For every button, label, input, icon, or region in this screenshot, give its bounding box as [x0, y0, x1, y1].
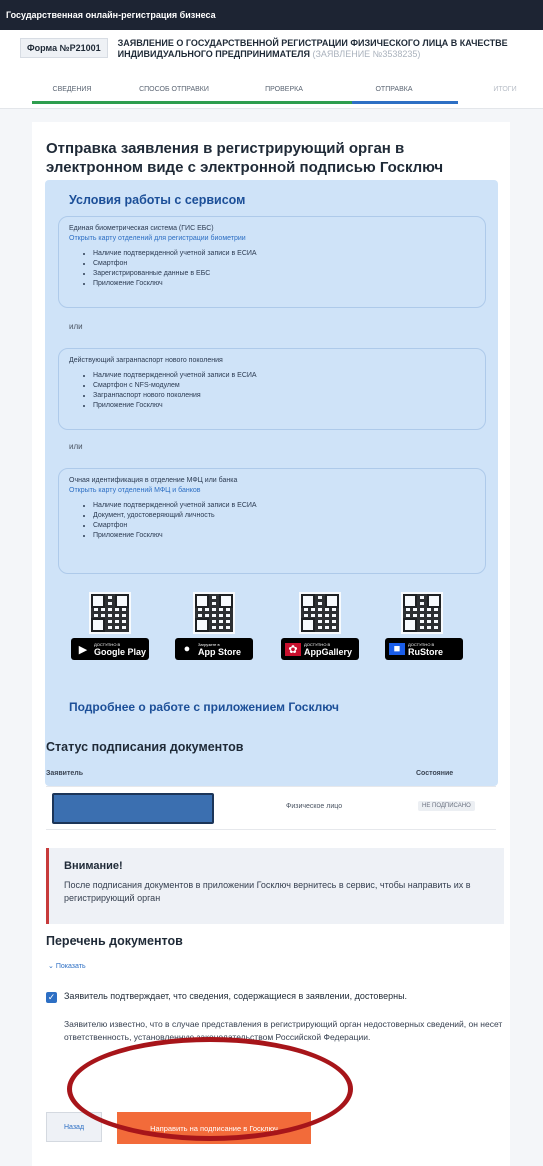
- progress-done-bar: [32, 101, 352, 104]
- apple-icon: ●: [183, 643, 191, 655]
- option-passport: Действующий загранпаспорт нового поколен…: [58, 348, 486, 430]
- play-icon: ▶: [78, 643, 88, 656]
- option-biometric: Единая биометрическая система (ГИС ЕБС) …: [58, 216, 486, 308]
- list-item: Смартфон с NFS-модулем: [93, 381, 475, 391]
- service-conditions-panel: Условия работы с сервисом Единая биометр…: [45, 180, 498, 786]
- app-store-button[interactable]: ● Загрузите в App Store: [175, 638, 253, 660]
- form-title: ЗАЯВЛЕНИЕ О ГОСУДАРСТВЕННОЙ РЕГИСТРАЦИИ …: [118, 38, 538, 60]
- show-label: Показать: [55, 963, 86, 970]
- applicant-type: Физическое лицо: [286, 803, 343, 810]
- progress-active-bar: [352, 101, 458, 104]
- mfc-map-link[interactable]: Открыть карту отделений МФЦ и банков: [69, 486, 475, 496]
- show-documents-toggle[interactable]: ⌄ Показать: [48, 962, 86, 970]
- step-check[interactable]: ПРОВЕРКА: [234, 86, 334, 93]
- appgallery-button[interactable]: ✿ ДОСТУПНО В AppGallery: [281, 638, 359, 660]
- list-item: Смартфон: [93, 259, 475, 269]
- option-head: Действующий загранпаспорт нового поколен…: [69, 357, 223, 364]
- documents-title: Перечень документов: [46, 934, 183, 948]
- gosklyuch-info-link[interactable]: Подробнее о работе с приложением Госключ: [69, 700, 339, 714]
- option-head: Единая биометрическая система (ГИС ЕБС): [69, 225, 214, 232]
- store-name: Google Play: [94, 646, 147, 657]
- form-header: Форма №Р21001 ЗАЯВЛЕНИЕ О ГОСУДАРСТВЕННО…: [0, 30, 543, 74]
- alert-text: После подписания документов в приложении…: [64, 880, 471, 903]
- app-header: Государственная онлайн-регистрация бизне…: [0, 0, 543, 30]
- application-number: (ЗАЯВЛЕНИЕ №3538235): [312, 49, 421, 59]
- alert-title: Внимание!: [64, 860, 123, 872]
- progress-steps: СВЕДЕНИЯ СПОСОБ ОТПРАВКИ ПРОВЕРКА ОТПРАВ…: [0, 74, 543, 109]
- step-send-method[interactable]: СПОСОБ ОТПРАВКИ: [124, 86, 224, 93]
- col-applicant: Заявитель: [46, 770, 84, 777]
- qr-code-appgallery: [299, 592, 341, 634]
- step-details[interactable]: СВЕДЕНИЯ: [22, 86, 122, 93]
- redacted-applicant-name: [52, 793, 214, 824]
- table-row: Физическое лицо НЕ ПОДПИСАНО: [46, 786, 496, 830]
- confirm-label[interactable]: Заявитель подтверждает, что сведения, со…: [64, 991, 504, 1001]
- list-item: Смартфон: [93, 521, 475, 531]
- page-title: Отправка заявления в регистрирующий орга…: [46, 140, 444, 176]
- responsibility-note: Заявителю известно, что в случае предста…: [64, 1019, 503, 1042]
- col-state: Состояние: [416, 770, 454, 777]
- qr-code-app-store: [193, 592, 235, 634]
- list-item: Приложение Госключ: [93, 531, 475, 541]
- list-item: Приложение Госключ: [93, 401, 475, 411]
- store-name: App Store: [198, 646, 242, 657]
- store-name: RuStore: [408, 646, 444, 657]
- or-label: или: [69, 322, 83, 331]
- highlight-circle: [67, 1037, 353, 1141]
- rustore-icon: ■: [389, 643, 405, 655]
- list-item: Приложение Госключ: [93, 279, 475, 289]
- list-item: Наличие подтвержденной учетной записи в …: [93, 249, 475, 259]
- list-item: Наличие подтвержденной учетной записи в …: [93, 501, 475, 511]
- qr-code-rustore: [401, 592, 443, 634]
- google-play-button[interactable]: ▶ ДОСТУПНО В Google Play: [71, 638, 149, 660]
- biometry-map-link[interactable]: Открыть карту отделений для регистрации …: [69, 234, 475, 244]
- list-item: Загранпаспорт нового поколения: [93, 391, 475, 401]
- qr-code-google-play: [89, 592, 131, 634]
- main-card: Отправка заявления в регистрирующий орга…: [32, 122, 510, 1166]
- list-item: Наличие подтвержденной учетной записи в …: [93, 371, 475, 381]
- huawei-icon: ✿: [285, 642, 301, 656]
- status-badge: НЕ ПОДПИСАНО: [418, 801, 475, 811]
- list-item: Документ, удостоверяющий личность: [93, 511, 475, 521]
- app-title: Государственная онлайн-регистрация бизне…: [6, 10, 216, 20]
- step-send[interactable]: ОТПРАВКА: [344, 86, 444, 93]
- chevron-down-icon: ⌄: [48, 963, 54, 970]
- or-label: или: [69, 442, 83, 451]
- signing-status-title: Статус подписания документов: [46, 740, 244, 754]
- option-head: Очная идентификация в отделение МФЦ или …: [69, 477, 238, 484]
- confirm-checkbox[interactable]: ✓: [46, 992, 57, 1003]
- status-table-header: Заявитель Состояние: [46, 770, 496, 777]
- store-name: AppGallery: [304, 646, 353, 657]
- form-number: Форма №Р21001: [20, 38, 108, 58]
- step-results: ИТОГИ: [493, 86, 517, 93]
- list-item: Зарегистрированные данные в ЕБС: [93, 269, 475, 279]
- option-mfc: Очная идентификация в отделение МФЦ или …: [58, 468, 486, 574]
- service-conditions-title: Условия работы с сервисом: [69, 193, 246, 207]
- attention-alert: Внимание! После подписания документов в …: [46, 848, 504, 924]
- rustore-button[interactable]: ■ ДОСТУПНО В RuStore: [385, 638, 463, 660]
